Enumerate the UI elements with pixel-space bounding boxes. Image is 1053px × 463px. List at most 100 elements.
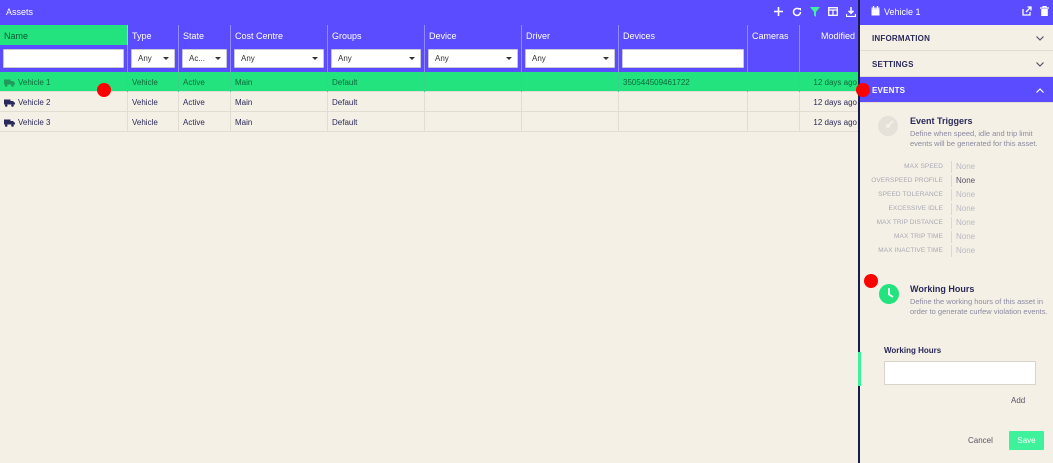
table-header: Name Type State Cost Centre Groups Devic… [0,25,860,45]
field-label: MAX INACTIVE TIME [878,247,943,254]
max-speed-value[interactable]: None [956,162,975,171]
caret-down-icon [215,57,221,60]
field-label: EXCESSIVE IDLE [888,205,943,212]
column-header-driver[interactable]: Driver [522,25,619,45]
add-working-hours-button[interactable]: Add [1011,396,1025,405]
caret-down-icon [312,57,318,60]
event-triggers-description: Define when speed, idle and trip limit e… [910,129,1038,148]
cancel-button[interactable]: Cancel [968,436,993,445]
type-filter-select[interactable]: Any [131,49,175,68]
caret-down-icon [506,57,512,60]
cameras-cell [748,112,800,132]
driver-cell [522,92,619,112]
speed-tolerance-value[interactable]: None [956,190,975,199]
column-header-groups[interactable]: Groups [328,25,425,45]
max-trip-time-value[interactable]: None [956,232,975,241]
working-hours-title: Working Hours [910,284,975,294]
column-header-devices[interactable]: Devices [619,25,748,45]
excessive-idle-value[interactable]: None [956,204,975,213]
marker-dot [856,83,870,97]
driver-cell [522,72,619,92]
assets-topbar: Assets [0,0,860,25]
trash-icon[interactable] [1040,5,1049,18]
column-header-cost-centre[interactable]: Cost Centre [231,25,328,45]
cost-centre-cell: Main [231,92,328,112]
speedometer-icon [877,115,899,139]
asset-detail-panel: Vehicle 1 INFORMATION SETTINGS EVENTS Ev… [858,0,1053,463]
device-filter-select[interactable]: Any [428,49,518,68]
device-cell [425,72,522,92]
cameras-cell [748,72,800,92]
overspeed-profile-value[interactable]: None [956,176,975,185]
vehicle-name: Vehicle 2 [18,98,51,107]
filter-row: Any Ac... Any Any Any Any [0,45,860,72]
save-button[interactable]: Save [1009,431,1044,450]
vehicle-name: Vehicle 3 [18,118,51,127]
type-cell: Vehicle [128,92,179,112]
devices-cell [619,112,748,132]
devices-filter-input[interactable] [622,49,744,68]
groups-cell: Default [328,92,425,112]
filter-icon[interactable] [809,5,820,18]
cost-centre-filter-select[interactable]: Any [234,49,324,68]
accordion-events[interactable]: EVENTS [860,77,1053,103]
caret-down-icon [603,57,609,60]
max-inactive-time-value[interactable]: None [956,246,975,255]
column-header-name[interactable]: Name [0,25,128,45]
state-cell: Active [179,112,231,132]
accordion-information[interactable]: INFORMATION [860,25,1053,51]
columns-icon[interactable] [827,5,838,18]
column-header-cameras[interactable]: Cameras [748,25,800,45]
table-row[interactable]: Vehicle 2 Vehicle Active Main Default 12… [0,92,860,112]
column-header-modified[interactable]: Modified [800,25,860,45]
assets-title: Assets [6,7,34,17]
groups-cell: Default [328,72,425,92]
device-cell [425,92,522,112]
column-header-state[interactable]: State [179,25,231,45]
state-cell: Active [179,92,231,112]
field-label: SPEED TOLERANCE [878,191,943,198]
name-filter-input[interactable] [3,49,124,68]
state-cell: Active [179,72,231,92]
field-label: MAX TRIP DISTANCE [876,219,943,226]
modified-cell: 12 days ago [813,118,857,127]
field-label: MAX SPEED [904,163,943,170]
driver-filter-select[interactable]: Any [525,49,615,68]
truck-icon [4,119,15,129]
panel-resize-handle[interactable] [858,352,861,386]
type-cell: Vehicle [128,72,179,92]
devices-cell: 350544509461722 [619,72,748,92]
clock-icon [878,283,900,307]
chevron-up-icon [1036,86,1044,95]
column-header-type[interactable]: Type [128,25,179,45]
type-cell: Vehicle [128,112,179,132]
marker-dot [97,83,111,97]
column-header-device[interactable]: Device [425,25,522,45]
cameras-cell [748,92,800,112]
detail-title: Vehicle 1 [884,7,921,17]
accordion-settings[interactable]: SETTINGS [860,51,1053,77]
driver-cell [522,112,619,132]
table-row[interactable]: Vehicle 1 Vehicle Active Main Default 35… [0,72,860,92]
chevron-down-icon [1036,34,1044,43]
modified-cell: 12 days ago [813,98,857,107]
max-trip-distance-value[interactable]: None [956,218,975,227]
truck-icon [4,99,15,109]
devices-cell [619,92,748,112]
detail-header: Vehicle 1 [860,0,1053,25]
table-row[interactable]: Vehicle 3 Vehicle Active Main Default 12… [0,112,860,132]
chevron-down-icon [1036,60,1044,69]
export-icon[interactable] [1022,6,1032,18]
working-hours-label: Working Hours [884,346,942,355]
refresh-icon[interactable] [791,5,802,18]
plus-icon[interactable] [773,5,784,18]
field-label: MAX TRIP TIME [894,233,943,240]
device-cell [425,112,522,132]
caret-down-icon [163,57,169,60]
groups-filter-select[interactable]: Any [331,49,421,68]
download-icon[interactable] [845,5,856,18]
working-hours-input[interactable] [884,361,1036,385]
groups-cell: Default [328,112,425,132]
state-filter-select[interactable]: Ac... [182,49,227,68]
cost-centre-cell: Main [231,72,328,92]
